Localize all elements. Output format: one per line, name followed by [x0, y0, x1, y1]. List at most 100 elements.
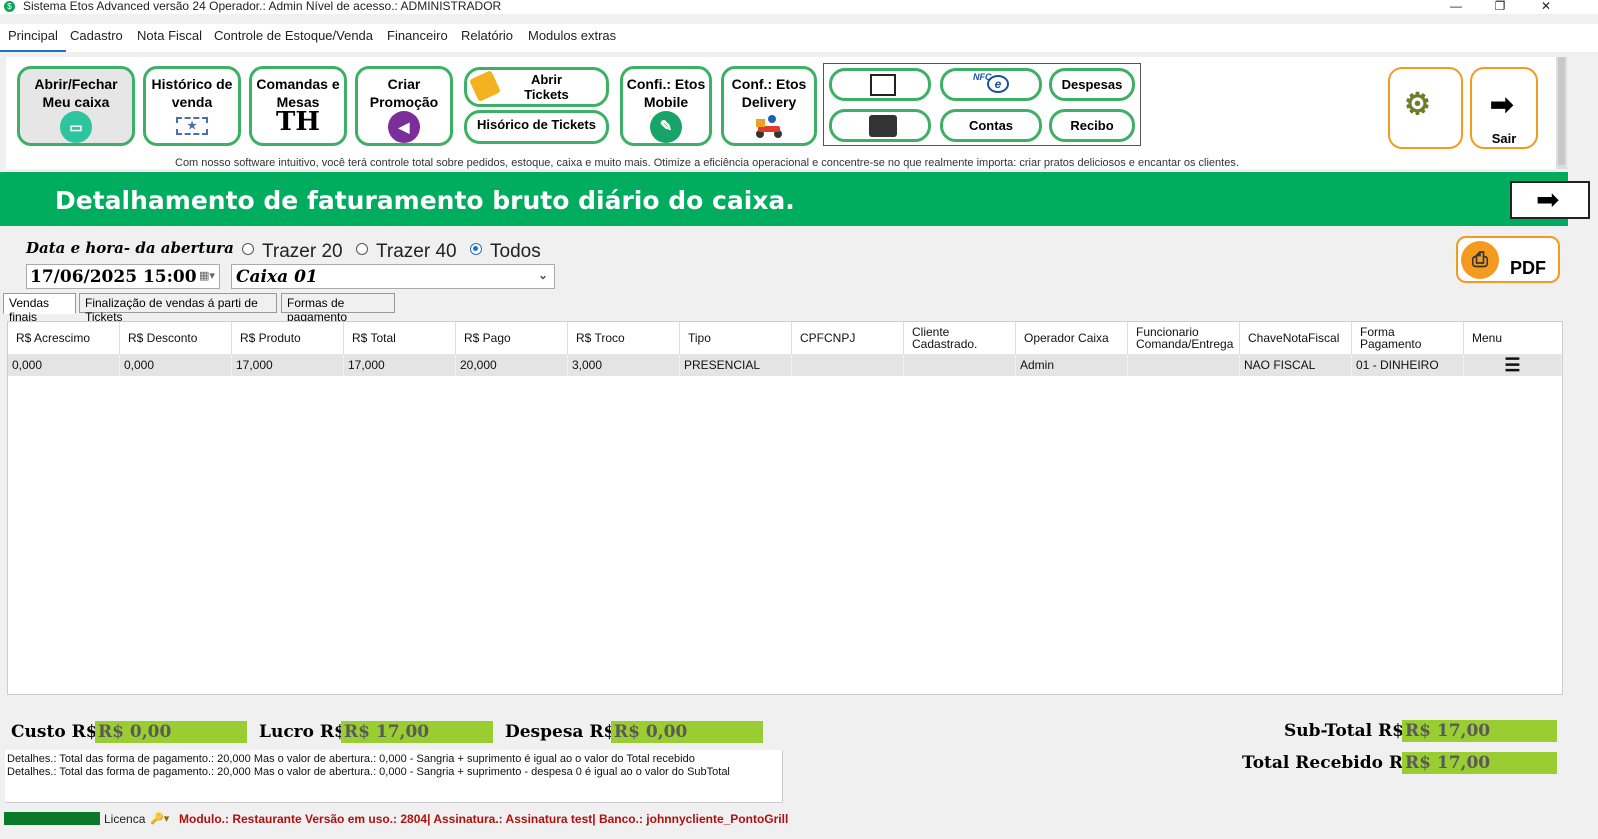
- tagline-text: Com nosso software intuitivo, você terá …: [175, 157, 1239, 169]
- tab-vendas-finais[interactable]: Vendas finais: [3, 293, 76, 324]
- menu-controle-estoque[interactable]: Controle de Estoque/Venda: [214, 28, 373, 43]
- radio-trazer-40[interactable]: Trazer 40: [356, 241, 457, 263]
- total-recebido-label: Total Recebido R$: [1242, 753, 1415, 773]
- column-header[interactable]: ChaveNotaFiscal: [1240, 322, 1352, 354]
- table-cell[interactable]: 0,000: [8, 354, 120, 376]
- tab-finalizacao-tickets[interactable]: Finalização de vendas á parti de Tickets: [79, 293, 277, 324]
- table-cell[interactable]: [792, 354, 904, 376]
- contas-button[interactable]: Contas: [940, 109, 1042, 142]
- criar-promocao-button[interactable]: Criar Promoção ◀: [355, 66, 453, 146]
- conf-mobile-button[interactable]: Confi.: Etos Mobile ✎: [620, 66, 712, 146]
- radio-dot: [242, 243, 254, 255]
- window-title: Sistema Etos Advanced versão 24 Operador…: [23, 0, 502, 13]
- maximize-button[interactable]: ❐: [1490, 0, 1510, 14]
- despesas-button[interactable]: Despesas: [1049, 68, 1135, 101]
- chevron-down-icon: ⌄: [537, 268, 548, 282]
- ticket-icon: ★: [176, 117, 208, 135]
- sair-button[interactable]: ➡ Sair: [1470, 67, 1538, 149]
- menu-modulos-extras[interactable]: Modulos extras: [528, 28, 616, 43]
- custo-value: R$ 0,00: [95, 721, 247, 743]
- column-header[interactable]: R$ Produto: [232, 322, 344, 354]
- menu-relatorio[interactable]: Relatório: [461, 28, 513, 43]
- detail-line: Detalhes.: Total das forma de pagamento.…: [7, 766, 730, 778]
- exit-door-icon: ➡: [1536, 184, 1560, 215]
- radio-trazer-40-label: Trazer 40: [376, 241, 457, 262]
- pdf-button[interactable]: ⎙ PDF: [1456, 236, 1560, 283]
- abrir-fechar-caixa-label: Abrir/Fechar Meu caixa: [34, 76, 118, 110]
- calendar-dropdown-icon[interactable]: ▦▾: [199, 269, 215, 283]
- table-cell[interactable]: 17,000: [344, 354, 456, 376]
- recibo-label: Recibo: [1070, 118, 1114, 133]
- menu-financeiro[interactable]: Financeiro: [387, 28, 448, 43]
- column-header[interactable]: R$ Total: [344, 322, 456, 354]
- table-cell[interactable]: NAO FISCAL: [1240, 354, 1352, 376]
- close-screen-button[interactable]: ➡: [1510, 181, 1590, 219]
- custo-label: Custo R$: [11, 722, 98, 742]
- table-cell[interactable]: [904, 354, 1016, 376]
- toolbar-scroll-thumb[interactable]: [1558, 57, 1565, 165]
- menu-cadastro[interactable]: Cadastro: [70, 28, 123, 43]
- table-cell[interactable]: 0,000: [120, 354, 232, 376]
- table-cell[interactable]: 3,000: [568, 354, 680, 376]
- empresa-button[interactable]: [829, 68, 931, 101]
- table-cell[interactable]: 01 - DINHEIRO: [1352, 354, 1464, 376]
- nfce-button[interactable]: NFC e: [940, 68, 1042, 101]
- column-header[interactable]: R$ Desconto: [120, 322, 232, 354]
- column-header[interactable]: Tipo: [680, 322, 792, 354]
- column-header[interactable]: Funcionario Comanda/Entrega: [1128, 322, 1240, 354]
- caixa-box-button[interactable]: [829, 109, 931, 142]
- menu-principal[interactable]: Principal: [0, 28, 66, 52]
- column-header[interactable]: R$ Troco: [568, 322, 680, 354]
- megaphone-icon: ◀: [388, 111, 420, 143]
- subtotal-value: R$ 17,00: [1402, 720, 1557, 742]
- menu-nota-fiscal[interactable]: Nota Fiscal: [137, 28, 202, 43]
- modulo-info: Modulo.: Restaurante Versão em uso.: 280…: [179, 812, 789, 826]
- abrir-tickets-button[interactable]: Abrir Tickets: [464, 67, 609, 107]
- conf-mobile-label: Confi.: Etos Mobile: [626, 76, 706, 110]
- lucro-value: R$ 17,00: [341, 721, 493, 743]
- table-cell[interactable]: 20,000: [456, 354, 568, 376]
- delivery-scooter-icon: [754, 113, 784, 139]
- table-cell[interactable]: Admin: [1016, 354, 1128, 376]
- date-picker[interactable]: 17/06/2025 15:00 ▦▾: [26, 264, 220, 289]
- column-header[interactable]: CPFCNPJ: [792, 322, 904, 354]
- comandas-mesas-button[interactable]: Comandas e Mesas ТН: [249, 66, 347, 146]
- row-menu-button[interactable]: ☰: [1464, 354, 1562, 376]
- caixa-value: Caixa 01: [236, 267, 318, 287]
- table-cell[interactable]: PRESENCIAL: [680, 354, 792, 376]
- key-dropdown-icon[interactable]: 🔑▾: [150, 812, 169, 825]
- radio-dot-selected: [470, 243, 482, 255]
- column-header[interactable]: R$ Acrescimo: [8, 322, 120, 354]
- settings-button[interactable]: ⚙: [1388, 67, 1463, 149]
- close-button[interactable]: ✕: [1536, 0, 1556, 14]
- building-icon: [870, 74, 896, 96]
- radio-todos[interactable]: Todos: [470, 241, 541, 263]
- details-box: Detalhes.: Total das forma de pagamento.…: [5, 750, 783, 803]
- minimize-button[interactable]: —: [1446, 0, 1466, 14]
- table-cell[interactable]: 17,000: [232, 354, 344, 376]
- ticket-gold-icon: [469, 70, 501, 102]
- column-header[interactable]: Cliente Cadastrado.: [904, 322, 1016, 354]
- licenca-label[interactable]: Licenca: [104, 812, 145, 826]
- radio-dot: [356, 243, 368, 255]
- radio-todos-label: Todos: [490, 241, 541, 262]
- radio-trazer-20[interactable]: Trazer 20: [242, 241, 343, 263]
- detail-line: Detalhes.: Total das forma de pagamento.…: [7, 753, 695, 765]
- historico-venda-button[interactable]: Histórico de venda ★: [143, 66, 241, 146]
- conf-delivery-button[interactable]: Conf.: Etos Delivery: [721, 66, 817, 146]
- caixa-select[interactable]: Caixa 01 ⌄: [231, 264, 555, 289]
- clipboard-icon: ✎: [650, 111, 682, 143]
- column-header[interactable]: Forma Pagamento: [1352, 322, 1464, 354]
- menu-bar: Principal Cadastro Nota Fiscal Controle …: [0, 24, 1598, 52]
- date-value: 17/06/2025 15:00: [30, 267, 197, 287]
- column-header[interactable]: Menu: [1464, 322, 1562, 354]
- historico-tickets-button[interactable]: Hisórico de Tickets: [464, 110, 609, 144]
- table-cell[interactable]: [1128, 354, 1240, 376]
- tab-formas-pagamento[interactable]: Formas de pagamento: [281, 293, 395, 324]
- despesas-label: Despesas: [1061, 77, 1123, 92]
- abrir-fechar-caixa-button[interactable]: Abrir/Fechar Meu caixa ▭: [17, 66, 135, 146]
- date-label: Data e hora- da abertura: [26, 239, 234, 257]
- recibo-button[interactable]: Recibo: [1049, 109, 1135, 142]
- column-header[interactable]: Operador Caixa: [1016, 322, 1128, 354]
- column-header[interactable]: R$ Pago: [456, 322, 568, 354]
